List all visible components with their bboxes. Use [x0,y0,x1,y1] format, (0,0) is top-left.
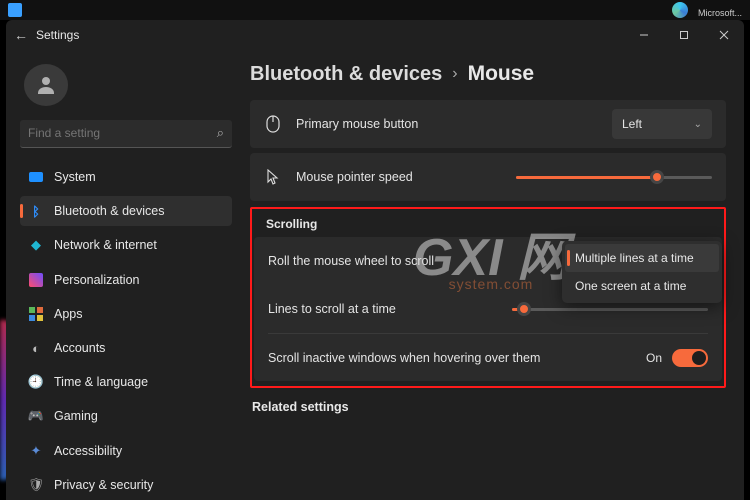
back-button[interactable]: ← [6,27,36,43]
person-icon: ◐ [28,340,44,356]
sidebar-item-label: Accounts [54,341,105,355]
close-button[interactable] [704,20,744,50]
sidebar: ⌕ System ᛒ Bluetooth & devices ◆ Network &… [6,50,238,500]
gamepad-icon: 🎮 [28,408,44,424]
sidebar-item-apps[interactable]: Apps [20,299,232,329]
sidebar-item-label: Accessibility [54,444,122,458]
apps-icon [29,307,43,321]
primary-button-dropdown[interactable]: Left ⌄ [612,109,712,139]
related-settings-header: Related settings [250,388,726,420]
sidebar-item-gaming[interactable]: 🎮 Gaming [20,401,232,431]
clock-icon: 🕘 [28,374,44,390]
sidebar-item-accounts[interactable]: ◐ Accounts [20,333,232,363]
sidebar-item-bluetooth-devices[interactable]: ᛒ Bluetooth & devices [20,196,232,226]
minimize-button[interactable] [624,20,664,50]
breadcrumb-current: Mouse [468,62,535,86]
sidebar-item-label: Network & internet [54,238,157,252]
sidebar-item-time-language[interactable]: 🕘 Time & language [20,367,232,397]
chevron-right-icon: › [452,65,457,83]
setting-label: Mouse pointer speed [296,170,502,184]
shield-icon: 🛡 [28,477,44,493]
pointer-speed-card: Mouse pointer speed [250,153,726,201]
option-multiple-lines[interactable]: Multiple lines at a time [565,244,719,272]
sidebar-item-label: Privacy & security [54,478,153,492]
sidebar-item-label: Time & language [54,375,148,389]
main-content: Bluetooth & devices › Mouse Primary mous… [238,50,744,500]
sidebar-item-system[interactable]: System [20,162,232,192]
sidebar-item-label: Gaming [54,409,98,423]
breadcrumb-parent[interactable]: Bluetooth & devices [250,63,442,86]
sidebar-item-label: Apps [54,307,83,321]
toggle-state: On [646,351,662,365]
setting-label: Primary mouse button [296,117,598,131]
scroll-inactive-row: Scroll inactive windows when hovering ov… [268,333,708,381]
search-icon: ⌕ [217,125,224,141]
chevron-down-icon: ⌄ [694,119,702,130]
cursor-icon [264,169,282,185]
window-title: Settings [36,28,79,42]
breadcrumb: Bluetooth & devices › Mouse [250,62,726,86]
edge-icon[interactable] [672,2,688,18]
paint-icon [29,273,43,287]
section-header: Scrolling [252,213,724,237]
dropdown-value: Left [622,117,642,131]
primary-mouse-button-card: Primary mouse button Left ⌄ [250,100,726,148]
sidebar-item-personalization[interactable]: Personalization [20,265,232,295]
sidebar-item-label: Bluetooth & devices [54,204,165,218]
roll-wheel-options-menu[interactable]: Multiple lines at a time One screen at a… [562,241,722,303]
taskbar-app-icon[interactable] [8,3,22,17]
option-label: Multiple lines at a time [575,251,694,265]
mouse-icon [264,115,282,133]
maximize-button[interactable] [664,20,704,50]
sidebar-item-network[interactable]: ◆ Network & internet [20,230,232,260]
sidebar-item-label: Personalization [54,273,139,287]
settings-window: ← Settings ⌕ System ᛒ Bluetooth & devices… [6,20,744,500]
wifi-icon: ◆ [28,237,44,253]
option-one-screen[interactable]: One screen at a time [565,272,719,300]
accessibility-icon: ✦ [28,443,44,459]
pointer-speed-slider[interactable] [516,167,712,187]
edge-label: Microsoft... [698,8,742,18]
sidebar-item-label: System [54,170,96,184]
titlebar: ← Settings [6,20,744,50]
setting-label: Roll the mouse wheel to scroll [268,254,534,268]
desktop-taskbar: Microsoft... [0,0,750,20]
slider-thumb[interactable] [650,170,664,184]
search-input[interactable] [28,126,217,140]
scroll-inactive-toggle[interactable] [672,349,708,367]
setting-label: Scroll inactive windows when hovering ov… [268,351,632,365]
scrolling-section-highlight: Scrolling Roll the mouse wheel to scroll… [250,207,726,388]
user-avatar[interactable] [24,64,68,106]
display-icon [29,172,43,182]
search-box[interactable]: ⌕ [20,120,232,148]
sidebar-item-privacy-security[interactable]: 🛡 Privacy & security [20,470,232,500]
bluetooth-icon: ᛒ [28,203,44,219]
setting-label: Lines to scroll at a time [268,302,498,316]
slider-thumb[interactable] [517,302,531,316]
sidebar-item-accessibility[interactable]: ✦ Accessibility [20,436,232,466]
option-label: One screen at a time [575,279,686,293]
